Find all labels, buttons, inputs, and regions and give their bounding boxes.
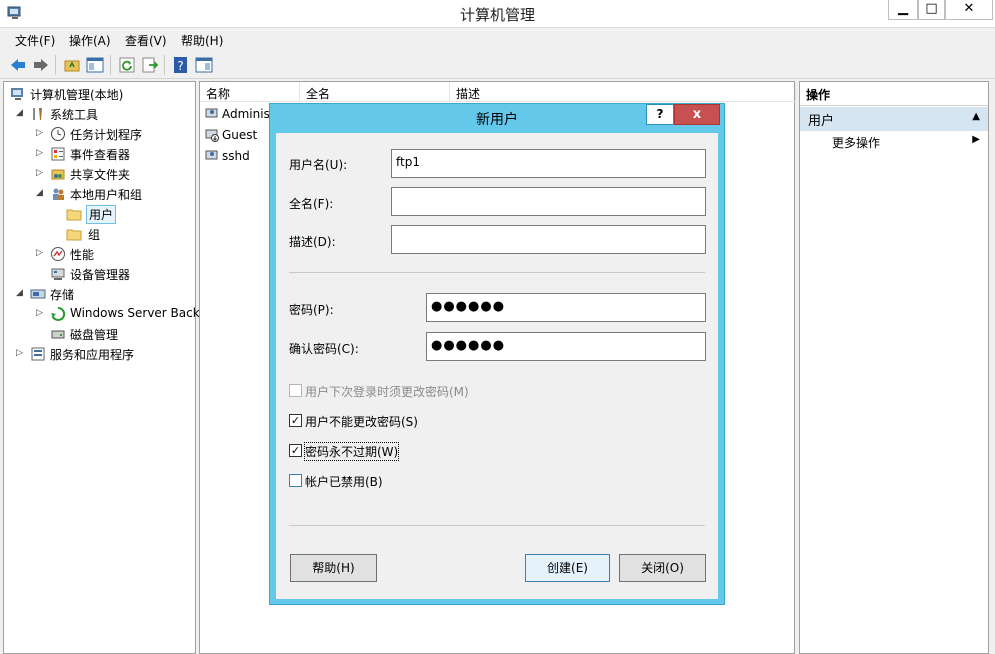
tools-icon: [33, 108, 42, 120]
forward-arrow-icon[interactable]: [31, 55, 51, 75]
menu-help[interactable]: 帮助(H): [181, 32, 223, 49]
column-description[interactable]: 描述: [450, 82, 796, 102]
show-hide-tree-icon[interactable]: [85, 55, 105, 75]
close-window-button[interactable]: ✕: [945, 0, 993, 20]
fullname-field[interactable]: [391, 187, 706, 216]
divider: [289, 272, 705, 273]
expand-icon[interactable]: ◢: [16, 288, 26, 298]
confirm-password-label: 确认密码(C):: [289, 342, 359, 356]
collapse-icon[interactable]: ▲: [972, 111, 980, 122]
expand-icon[interactable]: ◢: [16, 108, 26, 118]
event-viewer-icon: [51, 147, 65, 161]
expand-icon[interactable]: ▷: [16, 348, 26, 358]
users-group-icon: [53, 188, 64, 200]
divider: [289, 525, 705, 526]
show-action-pane-icon[interactable]: [194, 55, 214, 75]
expand-icon[interactable]: ◢: [36, 188, 46, 198]
back-arrow-icon[interactable]: [8, 55, 28, 75]
toolbar: ?: [0, 51, 995, 79]
password-label: 密码(P):: [289, 303, 334, 317]
actions-section-users[interactable]: 用户 ▲: [800, 107, 988, 131]
username-label: 用户名(U):: [289, 158, 348, 172]
checkmark-icon: ✓: [289, 444, 302, 457]
password-field[interactable]: ●●●●●●: [426, 293, 706, 322]
menu-view[interactable]: 查看(V): [125, 32, 167, 49]
disk-icon: [51, 330, 65, 339]
window-title: 计算机管理: [459, 6, 535, 24]
services-icon: [31, 347, 45, 361]
backup-icon: [51, 306, 66, 321]
menu-file[interactable]: 文件(F): [15, 32, 55, 49]
new-user-dialog: 新用户 ? x 用户名(U): ftp1 全名(F): 描述(D): 密码(P)…: [269, 103, 725, 605]
console-tree: 计算机管理(本地) ◢ 系统工具 ▷ 任务计划程序 ▷ 事件查看器 ▷ 共享文件…: [3, 81, 200, 654]
expand-icon[interactable]: ▷: [36, 148, 46, 158]
storage-icon: [30, 289, 46, 299]
confirm-password-field[interactable]: ●●●●●●: [426, 332, 706, 361]
expand-icon[interactable]: ▷: [36, 248, 46, 258]
user-icon: [205, 150, 218, 160]
close-button[interactable]: 关闭(O): [619, 554, 706, 582]
expand-icon[interactable]: ▷: [36, 308, 46, 318]
menu-action[interactable]: 操作(A): [69, 32, 111, 49]
column-full-name[interactable]: 全名: [300, 82, 450, 102]
clock-icon: [51, 127, 65, 141]
minimize-button[interactable]: ▁: [888, 0, 918, 20]
more-actions-item[interactable]: 更多操作 ▶: [800, 134, 988, 154]
maximize-button[interactable]: □: [918, 0, 945, 20]
column-name[interactable]: 名称: [200, 82, 300, 102]
title-bar: 计算机管理 ▁ □ ✕: [0, 0, 995, 28]
folder-icon: [66, 229, 82, 241]
up-folder-icon[interactable]: [62, 55, 82, 75]
description-field[interactable]: [391, 225, 706, 254]
submenu-arrow-icon: ▶: [972, 134, 980, 145]
expand-icon[interactable]: ▷: [36, 168, 46, 178]
help-button[interactable]: 帮助(H): [290, 554, 377, 582]
fullname-label: 全名(F):: [289, 197, 334, 211]
refresh-icon[interactable]: [117, 55, 137, 75]
menu-bar: 文件(F) 操作(A) 查看(V) 帮助(H): [0, 29, 995, 51]
dialog-help-button[interactable]: ?: [646, 104, 674, 125]
action-pane: 操作 用户 ▲ 更多操作 ▶: [799, 81, 989, 654]
computer-management-icon: [11, 88, 23, 100]
user-icon: [205, 108, 218, 118]
export-list-icon[interactable]: [140, 55, 160, 75]
checkmark-icon: ✓: [289, 414, 302, 427]
description-label: 描述(D):: [289, 235, 336, 249]
disabled-user-icon: [205, 129, 219, 142]
actions-title: 操作: [800, 82, 988, 106]
shared-folder-icon: [51, 169, 65, 180]
create-button[interactable]: 创建(E): [525, 554, 610, 582]
device-manager-icon: [51, 268, 65, 280]
folder-icon: [66, 209, 82, 221]
performance-icon: [51, 247, 65, 261]
dialog-body: 用户名(U): ftp1 全名(F): 描述(D): 密码(P): ●●●●●●…: [276, 133, 718, 599]
expand-icon[interactable]: ▷: [36, 128, 46, 138]
svg-text:?: ?: [177, 59, 183, 73]
dialog-close-button[interactable]: x: [674, 104, 720, 125]
help-icon[interactable]: ?: [171, 55, 191, 75]
username-field[interactable]: ftp1: [391, 149, 706, 178]
